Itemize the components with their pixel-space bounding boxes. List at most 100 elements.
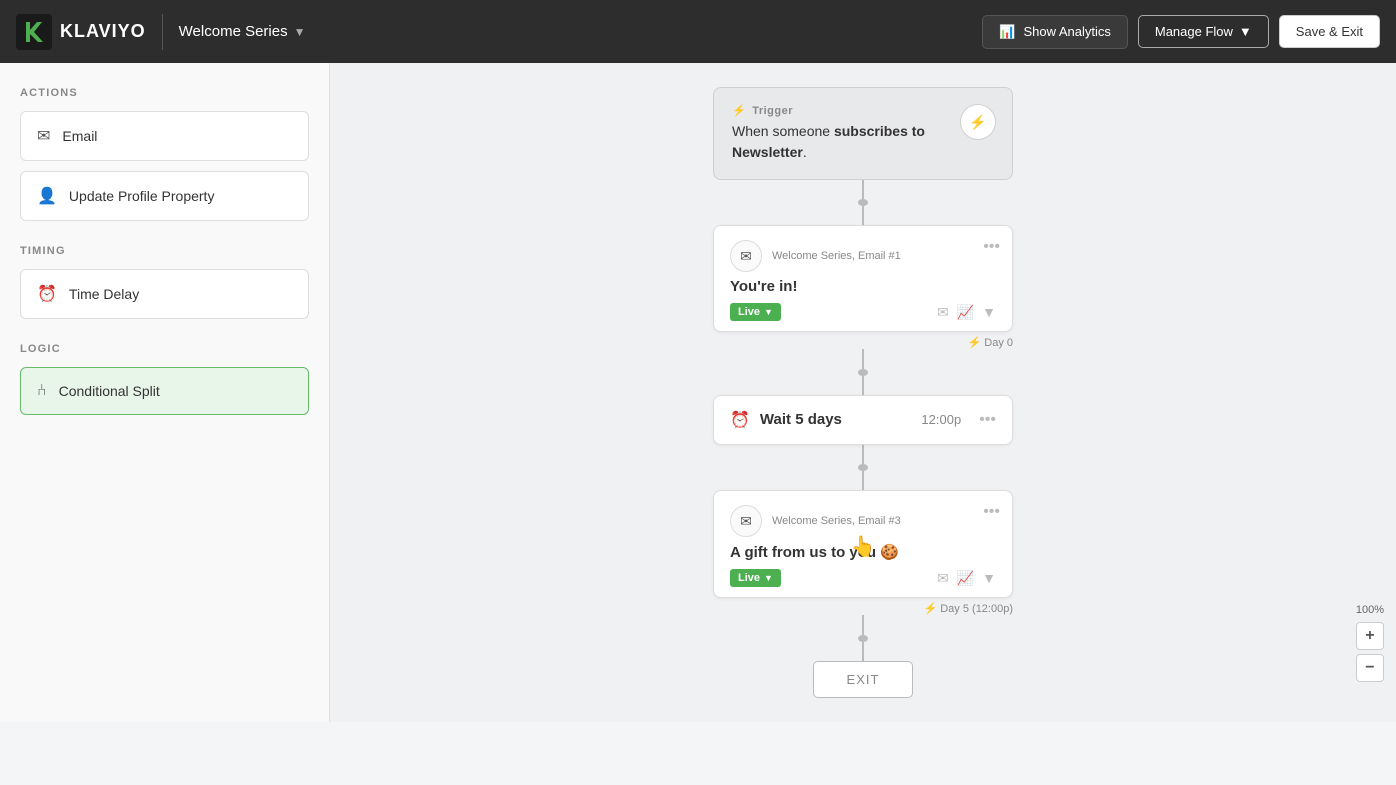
main-layout: ACTIONS ✉ Email 👤 Update Profile Propert… (0, 63, 1396, 722)
exit-label: EXIT (847, 672, 880, 687)
actions-label: ACTIONS (20, 87, 309, 99)
manage-flow-button[interactable]: Manage Flow ▼ (1138, 15, 1269, 48)
day-5-label: ⚡ Day 5 (12:00p) (713, 602, 1013, 615)
wait-title: Wait 5 days (760, 411, 912, 428)
email-3-header: ✉ Welcome Series, Email #3 (730, 505, 996, 537)
header-left: KLAVIYO Welcome Series ▼ (16, 14, 306, 50)
trigger-text-suffix: . (803, 144, 807, 160)
flow-wrapper: ⚡ Trigger When someone subscribes to New… (713, 87, 1013, 698)
save-exit-button[interactable]: Save & Exit (1279, 15, 1380, 48)
email-3-status-badge[interactable]: Live ▼ (730, 569, 781, 587)
flow-name-selector[interactable]: Welcome Series ▼ (179, 23, 306, 40)
sidebar-item-update-profile[interactable]: 👤 Update Profile Property (20, 171, 309, 221)
filter-icon[interactable]: ▼ (982, 304, 996, 320)
sidebar-update-profile-label: Update Profile Property (69, 188, 215, 204)
manage-flow-caret-icon: ▼ (1239, 24, 1252, 39)
lightning-icon: ⚡ (732, 104, 746, 117)
stats-icon[interactable]: 📈 (957, 304, 974, 321)
sidebar-conditional-split-label: Conditional Split (59, 383, 160, 399)
email-3-stats-icon[interactable]: 📈 (957, 570, 974, 587)
email-1-menu-icon[interactable]: ••• (983, 238, 1000, 256)
logic-label: LOGIC (20, 343, 309, 355)
email-3-title: A gift from us to you 🍪 (730, 543, 996, 561)
day-0-label: ⚡ Day 0 (713, 336, 1013, 349)
wait-clock-icon: ⏰ (730, 410, 750, 430)
connector-4 (862, 376, 864, 395)
email-1-status-text: Live (738, 306, 760, 318)
zoom-in-button[interactable]: + (1356, 622, 1384, 650)
sidebar: ACTIONS ✉ Email 👤 Update Profile Propert… (0, 63, 330, 722)
analytics-icon: 📊 (999, 24, 1015, 40)
day-5-text: ⚡ Day 5 (12:00p) (923, 602, 1013, 615)
connector-7 (862, 615, 864, 634)
email-3-footer: Live ▼ ✉ 📈 ▼ (730, 569, 996, 587)
email-1-meta: Welcome Series, Email #1 (772, 250, 901, 262)
email-1-title: You're in! (730, 278, 996, 295)
trigger-lightning-icon: ⚡ (969, 114, 986, 131)
live-caret-icon: ▼ (764, 307, 773, 317)
header-divider (162, 14, 163, 50)
exit-card: EXIT (813, 661, 913, 698)
email-3-menu-icon[interactable]: ••• (983, 503, 1000, 521)
email-1-status-badge[interactable]: Live ▼ (730, 303, 781, 321)
email-1-card[interactable]: ••• ✉ Welcome Series, Email #1 You're in… (713, 225, 1013, 332)
show-analytics-button[interactable]: 📊 Show Analytics (982, 15, 1128, 49)
connector-5 (862, 445, 864, 464)
connector-3 (862, 349, 864, 368)
connector-2 (862, 206, 864, 225)
email-3-action-icon[interactable]: ✉ (937, 570, 949, 587)
wait-card[interactable]: ⏰ Wait 5 days 12:00p ••• (713, 395, 1013, 445)
timing-section: TIMING ⏰ Time Delay (20, 245, 309, 319)
zoom-out-button[interactable]: − (1356, 654, 1384, 682)
connector-8 (862, 642, 864, 661)
email-1-footer: Live ▼ ✉ 📈 ▼ (730, 303, 996, 321)
zoom-controls: 100% + − (1356, 604, 1384, 682)
sidebar-email-label: Email (62, 128, 97, 144)
timing-label: TIMING (20, 245, 309, 257)
sidebar-item-time-delay[interactable]: ⏰ Time Delay (20, 269, 309, 319)
save-exit-label: Save & Exit (1296, 24, 1363, 39)
sidebar-item-email[interactable]: ✉ Email (20, 111, 309, 161)
email-1-header: ✉ Welcome Series, Email #1 (730, 240, 996, 272)
trigger-card[interactable]: ⚡ Trigger When someone subscribes to New… (713, 87, 1013, 180)
logo[interactable]: KLAVIYO (16, 14, 146, 50)
email-3-live-caret-icon: ▼ (764, 573, 773, 583)
connector-dot-1 (858, 199, 868, 206)
connector-dot-2 (858, 369, 868, 376)
zoom-level: 100% (1356, 604, 1384, 616)
day-0-text: ⚡ Day 0 (968, 336, 1014, 349)
user-icon: 👤 (37, 186, 57, 206)
actions-section: ACTIONS ✉ Email 👤 Update Profile Propert… (20, 87, 309, 221)
sidebar-item-conditional-split[interactable]: ⑃ Conditional Split (20, 367, 309, 415)
email-icon: ✉ (37, 126, 50, 146)
trigger-label: ⚡ Trigger (732, 104, 994, 117)
email-action-icon[interactable]: ✉ (937, 304, 949, 321)
logic-section: LOGIC ⑃ Conditional Split (20, 343, 309, 415)
connector-1 (862, 180, 864, 199)
email-3-type-icon: ✉ (730, 505, 762, 537)
email-3-filter-icon[interactable]: ▼ (982, 570, 996, 586)
connector-dot-4 (858, 635, 868, 642)
trigger-icon-wrapper: ⚡ (960, 104, 996, 140)
trigger-text-prefix: When someone (732, 123, 834, 139)
trigger-text: When someone subscribes to Newsletter. (732, 121, 994, 163)
header: KLAVIYO Welcome Series ▼ 📊 Show Analytic… (0, 0, 1396, 63)
email-3-status-text: Live (738, 572, 760, 584)
zoom-plus-icon: + (1365, 627, 1374, 645)
header-right: 📊 Show Analytics Manage Flow ▼ Save & Ex… (982, 15, 1380, 49)
show-analytics-label: Show Analytics (1023, 24, 1110, 39)
email-3-card[interactable]: ••• ✉ Welcome Series, Email #3 A gift fr… (713, 490, 1013, 598)
logo-text: KLAVIYO (60, 21, 146, 42)
split-icon: ⑃ (37, 382, 47, 400)
connector-dot-3 (858, 464, 868, 471)
wait-time: 12:00p (921, 412, 961, 427)
sidebar-time-delay-label: Time Delay (69, 286, 139, 302)
email-1-type-icon: ✉ (730, 240, 762, 272)
email-3-actions: ✉ 📈 ▼ (937, 570, 996, 587)
manage-flow-label: Manage Flow (1155, 24, 1233, 39)
wait-menu-icon[interactable]: ••• (979, 411, 996, 429)
connector-6 (862, 471, 864, 490)
chevron-down-icon: ▼ (294, 25, 306, 39)
clock-icon: ⏰ (37, 284, 57, 304)
zoom-minus-icon: − (1365, 659, 1374, 677)
